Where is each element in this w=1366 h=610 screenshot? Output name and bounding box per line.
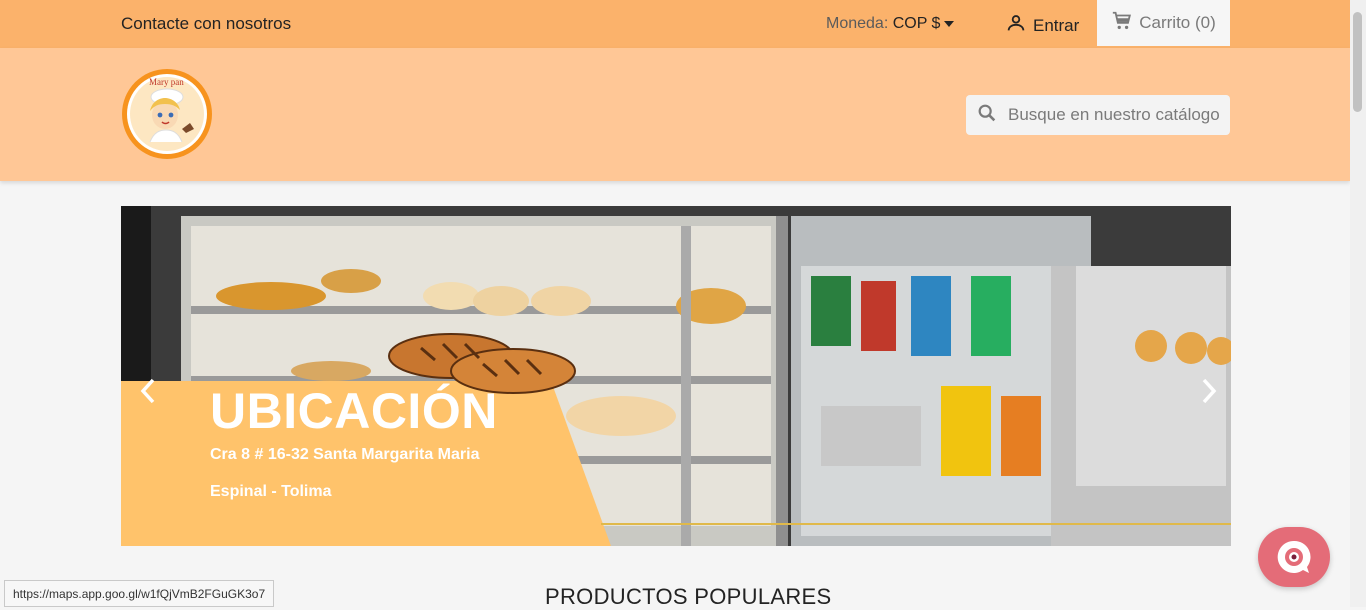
search-icon[interactable]: [976, 102, 998, 129]
chat-icon: [1277, 540, 1311, 573]
section-title: PRODUCTOS POPULARES: [545, 584, 832, 609]
cart-button[interactable]: Carrito (0): [1097, 0, 1230, 46]
chevron-left-icon: [140, 378, 155, 404]
login-label: Entrar: [1033, 15, 1080, 35]
currency-label: Moneda:: [826, 15, 889, 32]
chat-button[interactable]: [1258, 527, 1330, 587]
carousel-progress-line: [601, 523, 1231, 525]
site-header: Mary pan: [0, 48, 1350, 181]
hero-carousel: UBICACIÓN Cra 8 # 16-32 Santa Margarita …: [121, 206, 1231, 546]
currency-value: COP $: [892, 15, 941, 32]
site-logo[interactable]: Mary pan: [120, 67, 214, 161]
chevron-right-icon: [1202, 378, 1217, 404]
search-input[interactable]: [1006, 104, 1230, 126]
logo-text: Mary pan: [149, 77, 184, 87]
slide-city: Espinal - Tolima: [210, 483, 332, 500]
contact-link[interactable]: Contacte con nosotros: [121, 14, 291, 34]
cart-label: Carrito (0): [1139, 13, 1216, 32]
carousel-next-button[interactable]: [1194, 373, 1224, 409]
caret-down-icon: [944, 20, 955, 27]
person-icon: [1005, 12, 1027, 39]
top-nav-bar: Contacte con nosotros Moneda: COP $ Entr…: [0, 0, 1350, 48]
search-box: [966, 95, 1230, 135]
carousel-prev-button[interactable]: [133, 373, 163, 409]
login-link[interactable]: Entrar: [1005, 12, 1079, 39]
status-url: https://maps.app.goo.gl/w1fQjVmB2FGuGK3o…: [4, 580, 275, 607]
slide-title: UBICACIÓN: [210, 383, 498, 439]
currency-selector[interactable]: Moneda: COP $: [826, 15, 955, 33]
cart-icon: [1111, 10, 1133, 37]
slide-address: Cra 8 # 16-32 Santa Margarita Maria: [210, 446, 480, 463]
page-scrollbar[interactable]: [1350, 0, 1366, 607]
scrollbar-thumb[interactable]: [1353, 12, 1362, 112]
